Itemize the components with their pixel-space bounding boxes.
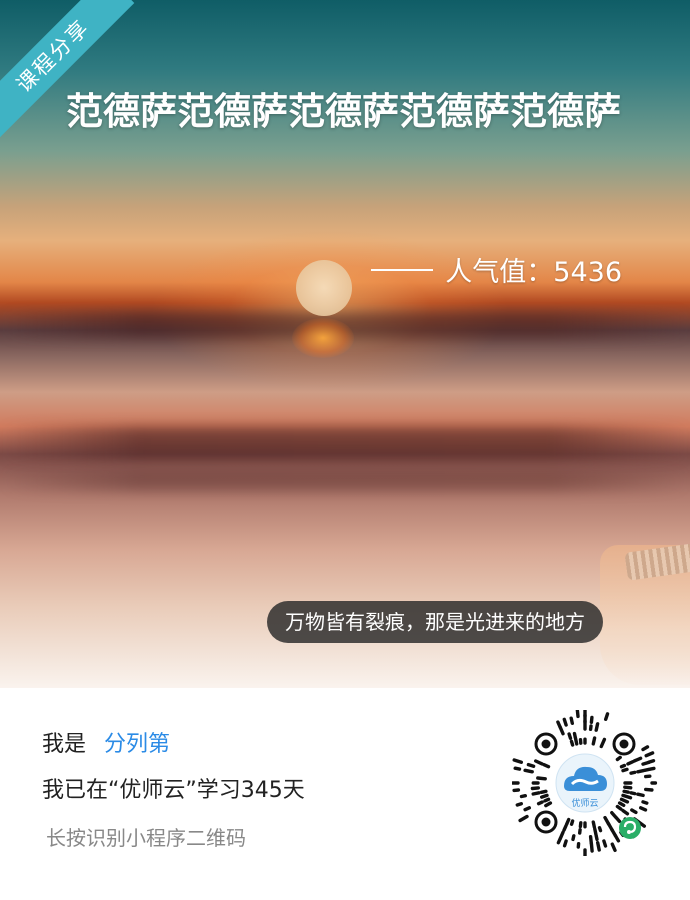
code-dash — [597, 825, 603, 833]
code-dash — [622, 789, 630, 794]
user-name: 分列第 — [104, 732, 171, 757]
code-dash — [518, 814, 529, 823]
code-dash — [571, 834, 576, 842]
code-dash — [621, 808, 630, 816]
code-dash — [615, 804, 623, 811]
popularity-value: 人气值：5436 — [445, 257, 622, 288]
popularity: 人气值：5436 — [371, 250, 622, 289]
sun — [296, 260, 352, 316]
code-dash — [523, 768, 534, 774]
user-prefix: 我是 — [42, 732, 87, 757]
code-dash — [540, 793, 549, 799]
code-dash — [556, 836, 562, 845]
code-dash — [641, 745, 650, 752]
code-dash — [629, 770, 637, 775]
code-dash — [610, 842, 617, 853]
mini-program-code-icon: 优师云 — [510, 706, 658, 859]
code-dash — [613, 834, 621, 843]
code-dash — [614, 816, 622, 824]
code-dash — [513, 766, 522, 771]
code-dash — [572, 731, 577, 739]
code-dash — [594, 834, 599, 842]
code-dash — [512, 758, 524, 764]
logo-label: 优师云 — [571, 797, 598, 809]
code-dash — [530, 786, 540, 791]
code-dash — [575, 706, 580, 719]
scan-hint: 长按识别小程序二维码 — [46, 826, 246, 850]
code-dash — [567, 732, 573, 740]
code-dash — [523, 806, 531, 812]
code-dash — [531, 791, 541, 796]
code-dash — [619, 763, 627, 769]
code-dash — [544, 801, 553, 808]
quote-bubble: 万物皆有裂痕，那是光进来的地方 — [267, 601, 603, 643]
user-line: 我是 分列第 — [42, 726, 170, 758]
code-dash — [589, 841, 594, 853]
code-dash — [562, 839, 568, 848]
code-dash — [602, 839, 608, 848]
code-dash — [648, 766, 656, 771]
code-dash — [643, 787, 654, 792]
code-dash — [593, 827, 598, 837]
code-dash — [646, 759, 656, 764]
code-dash — [615, 755, 622, 762]
share-footer: 我是 分列第 我已在“优师云”学习345天 长按识别小程序二维码 优师云 — [0, 688, 690, 900]
code-dash — [562, 717, 568, 727]
code-dash — [626, 760, 635, 766]
code-dash — [539, 789, 548, 795]
code-dash — [621, 793, 633, 800]
code-dash — [543, 797, 551, 803]
code-dash — [636, 792, 645, 798]
code-dash — [619, 797, 630, 804]
cloud-band — [0, 426, 690, 460]
code-dash — [623, 785, 633, 790]
code-dash — [536, 776, 547, 781]
course-title: 范德萨范德萨范德萨范德萨范德萨 — [66, 90, 621, 133]
code-dash — [591, 820, 597, 830]
code-dash — [569, 819, 575, 827]
code-dash — [536, 800, 544, 806]
code-dash — [595, 840, 601, 852]
cover-image: 课程分享 范德萨范德萨范德萨范德萨范德萨 人气值：5436 万物皆有裂痕，那是光… — [0, 0, 690, 688]
code-dash — [534, 759, 544, 766]
code-dash — [526, 762, 536, 768]
code-dash — [556, 720, 562, 729]
code-dash — [569, 716, 574, 726]
code-dash — [617, 801, 626, 808]
code-dash — [515, 801, 524, 807]
code-dash — [641, 800, 649, 805]
code-dash — [562, 824, 568, 832]
code-dash — [564, 817, 571, 827]
code-dash — [621, 767, 629, 773]
code-dash — [589, 715, 594, 725]
cloud-band — [0, 470, 690, 492]
code-dash — [629, 791, 637, 796]
dash-line — [371, 268, 434, 271]
mini-program-code[interactable]: 优师云 — [510, 706, 658, 859]
code-dash — [603, 712, 610, 722]
code-dash — [569, 739, 575, 747]
code-dash — [644, 751, 655, 758]
code-dash — [591, 736, 597, 746]
code-dash — [630, 808, 638, 815]
code-dash — [638, 806, 648, 812]
code-dash — [542, 763, 551, 769]
study-days-line: 我已在“优师云”学习345天 — [42, 778, 305, 803]
code-dash — [594, 722, 600, 732]
code-dash — [636, 768, 646, 774]
sun-reflection — [292, 318, 354, 358]
code-dash — [599, 737, 607, 749]
code-dash — [632, 756, 643, 763]
code-dash — [642, 767, 652, 772]
code-dash — [519, 793, 528, 799]
